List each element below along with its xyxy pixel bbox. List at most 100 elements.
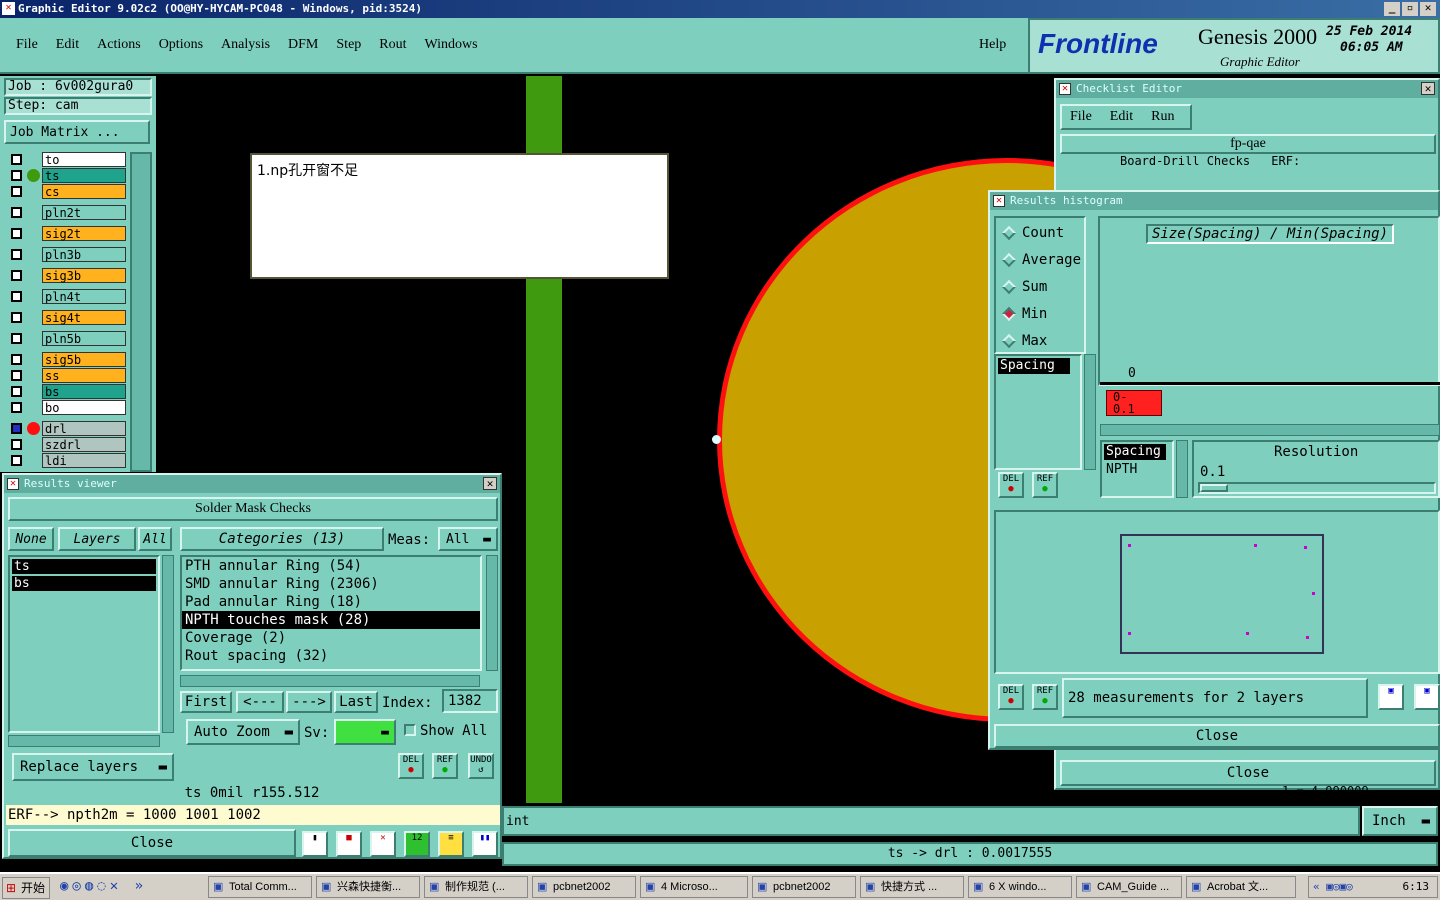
show-all-checkbox[interactable] xyxy=(404,724,416,736)
first-button[interactable]: First xyxy=(180,691,232,713)
layer-name[interactable]: bo xyxy=(42,400,126,415)
menu-options[interactable]: Options xyxy=(159,37,203,53)
category-item[interactable]: Coverage (2) xyxy=(182,629,480,647)
layer-checkbox[interactable] xyxy=(11,186,22,197)
layer-name[interactable]: sig2t xyxy=(42,226,126,241)
menu-actions[interactable]: Actions xyxy=(97,37,141,53)
menu-step[interactable]: Step xyxy=(336,37,361,53)
chart-icon[interactable]: ▮▮ xyxy=(472,831,498,857)
layer-row-ts[interactable]: ts xyxy=(8,168,126,183)
category-item[interactable]: Pad annular Ring (18) xyxy=(182,593,480,611)
layers-button[interactable]: Layers xyxy=(58,527,136,551)
spacing-item-2[interactable]: Spacing xyxy=(1104,444,1166,460)
taskbar-item[interactable]: ▣ 制作规范 (... xyxy=(424,876,528,898)
histogram-hscroll[interactable] xyxy=(1100,424,1440,436)
resolution-slider[interactable] xyxy=(1198,482,1436,494)
menu-dfm[interactable]: DFM xyxy=(288,37,318,53)
layer-name[interactable]: pln5b xyxy=(42,331,126,346)
job-matrix-button[interactable]: Job Matrix ... xyxy=(4,120,150,144)
menu-windows[interactable]: Windows xyxy=(425,37,478,53)
radio-sum[interactable]: Sum xyxy=(1000,276,1047,298)
layer-name[interactable]: ldi xyxy=(42,453,126,468)
tool-icon-1[interactable]: ▮ xyxy=(302,831,328,857)
tray-icons[interactable]: « ▣◎▣◎ xyxy=(1313,877,1353,897)
unit-dropdown[interactable]: Inch ▬ xyxy=(1362,806,1438,836)
histogram-bin[interactable]: 0- 0.1 xyxy=(1106,390,1162,416)
layer-checkbox[interactable] xyxy=(11,386,22,397)
checklist-menu-file[interactable]: File xyxy=(1070,109,1092,125)
checklist-close-icon[interactable]: ✕ xyxy=(1421,82,1435,95)
del-icon[interactable]: DEL ● xyxy=(998,472,1024,498)
categories-button[interactable]: Categories (13) xyxy=(180,527,384,551)
next-button[interactable]: ---> xyxy=(286,691,332,713)
layer-item-bs[interactable]: bs xyxy=(12,576,156,591)
layer-checkbox[interactable] xyxy=(11,312,22,323)
restore-button[interactable]: ▫ xyxy=(1402,2,1418,16)
layer-item-ts[interactable]: ts xyxy=(12,559,156,574)
layer-checkbox[interactable] xyxy=(11,439,22,450)
layer-row-ss[interactable]: ss xyxy=(8,368,126,383)
last-button[interactable]: Last xyxy=(334,691,378,713)
layer-checkbox[interactable] xyxy=(11,455,22,466)
menu-rout[interactable]: Rout xyxy=(379,37,406,53)
category-hscroll[interactable] xyxy=(180,675,480,687)
layer-checkbox[interactable] xyxy=(11,291,22,302)
replace-layers-dropdown[interactable]: Replace layers ▬ xyxy=(12,753,174,781)
tool-icon-3[interactable]: ✕ xyxy=(370,831,396,857)
menu-edit[interactable]: Edit xyxy=(56,37,79,53)
ref-icon[interactable]: REF ● xyxy=(432,753,458,779)
checklist-close-button[interactable]: Close xyxy=(1060,760,1436,786)
checklist-menu-run[interactable]: Run xyxy=(1151,109,1174,125)
measure-list[interactable]: Spacing xyxy=(994,354,1082,470)
measure-list-scroll[interactable] xyxy=(1084,354,1096,470)
layer-name[interactable]: szdrl xyxy=(42,437,126,452)
quicklaunch-icons[interactable]: ◉◎◍◌✕ » xyxy=(60,878,147,894)
layer-row-pln4t[interactable]: pln4t xyxy=(8,289,126,304)
spacing-npth-list[interactable]: Spacing NPTH xyxy=(1100,440,1174,498)
del-icon-2[interactable]: DEL ● xyxy=(998,684,1024,710)
layer-row-szdrl[interactable]: szdrl xyxy=(8,437,126,452)
histogram-close-button[interactable]: Close xyxy=(994,724,1440,748)
menu-analysis[interactable]: Analysis xyxy=(221,37,270,53)
layer-checkbox[interactable] xyxy=(11,402,22,413)
layer-scrollbar[interactable] xyxy=(130,152,152,472)
layer-checkbox[interactable] xyxy=(11,228,22,239)
category-vscroll[interactable] xyxy=(486,555,498,671)
ref-icon[interactable]: REF ● xyxy=(1032,472,1058,498)
checklist-menu-edit[interactable]: Edit xyxy=(1110,109,1133,125)
layer-name[interactable]: bs xyxy=(42,384,126,399)
layer-row-bs[interactable]: bs xyxy=(8,384,126,399)
results-close-button[interactable]: Close xyxy=(8,829,296,857)
category-item[interactable]: NPTH touches mask (28) xyxy=(182,611,480,629)
layer-checkbox[interactable] xyxy=(11,207,22,218)
category-item[interactable]: PTH annular Ring (54) xyxy=(182,557,480,575)
taskbar-item[interactable]: ▣ 快捷方式 ... xyxy=(860,876,964,898)
index-input[interactable]: 1382 xyxy=(442,689,498,713)
zoom-icon-1[interactable]: ▣ xyxy=(1378,684,1404,710)
results-viewer-close-icon[interactable]: ✕ xyxy=(483,477,497,490)
sv-color-dropdown[interactable]: ▬ xyxy=(334,719,396,745)
layer-checkbox[interactable] xyxy=(11,249,22,260)
layer-row-pln3b[interactable]: pln3b xyxy=(8,247,126,262)
taskbar-item[interactable]: ▣ 6 X windo... xyxy=(968,876,1072,898)
category-item[interactable]: Rout spacing (32) xyxy=(182,647,480,665)
menu-file[interactable]: File xyxy=(16,37,38,53)
layer-checkbox[interactable] xyxy=(11,154,22,165)
layer-name[interactable]: pln4t xyxy=(42,289,126,304)
spacing-item[interactable]: Spacing xyxy=(998,358,1070,374)
zoom-icon-2[interactable]: ▣ xyxy=(1414,684,1440,710)
layer-row-ldi[interactable]: ldi xyxy=(8,453,126,468)
radio-count[interactable]: Count xyxy=(1000,222,1064,244)
radio-max[interactable]: Max xyxy=(1000,330,1047,352)
layer-name[interactable]: sig3b xyxy=(42,268,126,283)
taskbar-item[interactable]: ▣ Acrobat 文... xyxy=(1186,876,1296,898)
layer-row-pln5b[interactable]: pln5b xyxy=(8,331,126,346)
none-button[interactable]: None xyxy=(8,527,54,551)
layer-row-to[interactable]: to xyxy=(8,152,126,167)
close-window-button[interactable]: ✕ xyxy=(1420,2,1436,16)
layer-row-sig4t[interactable]: sig4t xyxy=(8,310,126,325)
layer-checkbox[interactable] xyxy=(11,370,22,381)
layer-checkbox[interactable] xyxy=(11,270,22,281)
prev-button[interactable]: <--- xyxy=(236,691,284,713)
taskbar-item[interactable]: ▣ 4 Microso... xyxy=(640,876,748,898)
